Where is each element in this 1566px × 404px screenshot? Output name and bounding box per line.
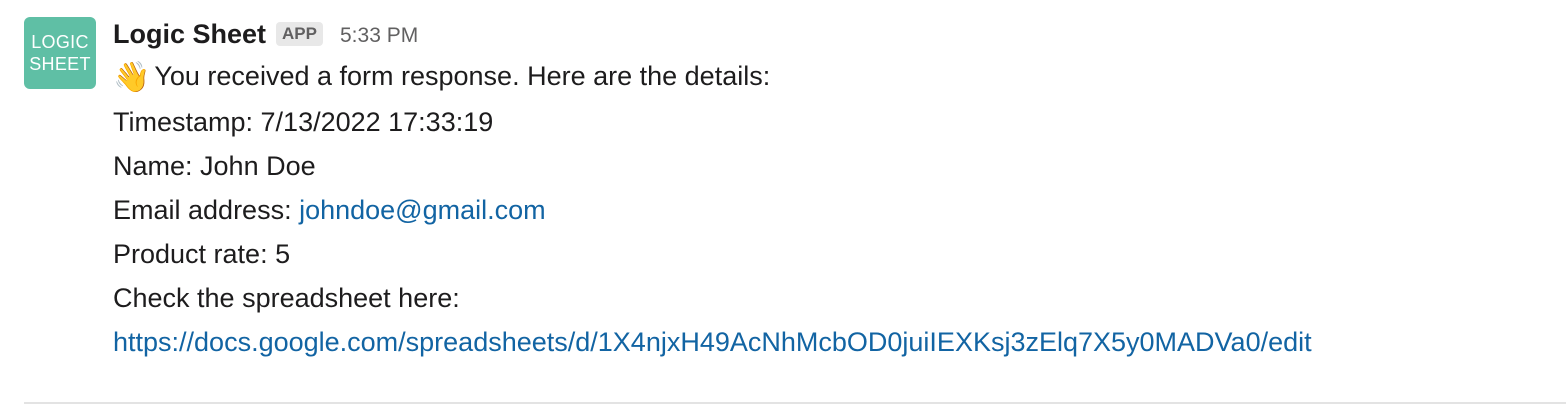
- name-line: Name: John Doe: [113, 144, 1543, 188]
- message-header: Logic Sheet APP 5:33 PM: [113, 14, 1543, 54]
- email-label: Email address:: [113, 195, 300, 225]
- check-line: Check the spreadsheet here:: [113, 276, 1543, 320]
- message-time[interactable]: 5:33 PM: [340, 24, 418, 48]
- timestamp-label: Timestamp:: [113, 107, 261, 137]
- message-content: Logic Sheet APP 5:33 PM 👋 You received a …: [113, 14, 1543, 364]
- intro-text: You received a form response. Here are t…: [154, 61, 771, 91]
- rate-line: Product rate: 5: [113, 232, 1543, 276]
- rate-value: 5: [275, 239, 291, 269]
- avatar-text-line1: LOGIC: [31, 32, 89, 52]
- avatar-text-line2: SHEET: [29, 54, 91, 74]
- timestamp-line: Timestamp: 7/13/2022 17:33:19: [113, 100, 1543, 144]
- intro-line: 👋 You received a form response. Here are …: [113, 54, 1543, 100]
- sender-name[interactable]: Logic Sheet: [113, 19, 266, 50]
- rate-label: Product rate:: [113, 239, 276, 269]
- spreadsheet-line: https://docs.google.com/spreadsheets/d/1…: [113, 320, 1543, 364]
- app-badge: APP: [276, 22, 323, 46]
- timestamp-value: 7/13/2022 17:33:19: [260, 107, 494, 137]
- name-value: John Doe: [200, 151, 316, 181]
- spreadsheet-link[interactable]: https://docs.google.com/spreadsheets/d/1…: [113, 327, 1312, 357]
- waving-hand-icon: 👋: [113, 61, 151, 94]
- check-text: Check the spreadsheet here:: [113, 283, 460, 313]
- avatar[interactable]: LOGIC SHEET: [24, 17, 96, 89]
- chat-message: LOGIC SHEET Logic Sheet APP 5:33 PM 👋 You…: [0, 0, 1566, 404]
- email-link[interactable]: johndoe@gmail.com: [299, 195, 546, 225]
- name-label: Name:: [113, 151, 201, 181]
- email-line: Email address: johndoe@gmail.com: [113, 188, 1543, 232]
